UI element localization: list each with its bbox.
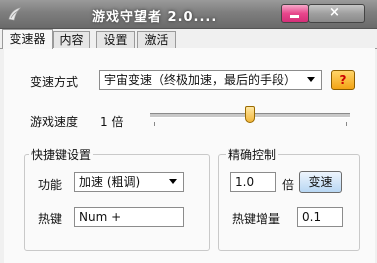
slider-tick xyxy=(154,122,155,126)
game-speed-value: 1 倍 xyxy=(100,115,124,129)
speed-changer-panel: 变速方式 宇宙变速（终极加速，最后的手段） ? 游戏速度 1 倍 快捷键设置 功… xyxy=(4,48,375,263)
slider-thumb[interactable] xyxy=(245,106,255,123)
hotkey-input[interactable]: Num + xyxy=(74,207,184,227)
window-title: 游戏守望者 2.0.... xyxy=(92,10,218,25)
hotkey-settings-group xyxy=(24,154,210,251)
close-icon: × xyxy=(329,5,340,20)
tab-speed-changer[interactable]: 变速器 xyxy=(2,29,53,49)
tab-settings[interactable]: 设置 xyxy=(96,31,135,48)
help-button[interactable]: ? xyxy=(331,70,355,90)
tab-content[interactable]: 内容 xyxy=(53,31,90,48)
precise-control-group xyxy=(218,154,360,251)
slider-tick xyxy=(346,122,347,126)
function-value: 加速 (粗调) xyxy=(79,175,141,189)
app-logo-icon xyxy=(8,7,21,21)
game-speed-label: 游戏速度 xyxy=(30,115,79,129)
minimize-icon xyxy=(290,15,299,18)
hotkey-label: 热键 xyxy=(38,212,63,226)
speed-mode-value: 宇宙变速（终极加速，最后的手段） xyxy=(104,73,297,87)
apply-speed-button[interactable]: 变速 xyxy=(299,171,342,193)
speed-mode-select[interactable]: 宇宙变速（终极加速，最后的手段） xyxy=(99,70,322,90)
function-select[interactable]: 加速 (粗调) xyxy=(74,172,184,192)
precise-control-title: 精确控制 xyxy=(226,146,279,163)
chevron-down-icon xyxy=(169,179,177,184)
hotkey-increment-label: 热键增量 xyxy=(232,212,281,226)
multiplier-unit: 倍 xyxy=(282,178,295,192)
tab-bar: 变速器 内容 设置 激活 xyxy=(0,29,377,49)
function-label: 功能 xyxy=(38,178,63,192)
tab-activate[interactable]: 激活 xyxy=(137,31,176,48)
speed-mode-label: 变速方式 xyxy=(30,75,79,89)
minimize-button[interactable] xyxy=(281,4,309,23)
hotkey-settings-title: 快捷键设置 xyxy=(29,146,94,163)
hotkey-increment-input[interactable]: 0.1 xyxy=(297,207,343,227)
multiplier-input[interactable]: 1.0 xyxy=(230,172,276,192)
chevron-down-icon xyxy=(307,77,315,82)
title-bar: 游戏守望者 2.0.... × xyxy=(0,0,377,29)
close-button[interactable]: × xyxy=(308,4,365,23)
